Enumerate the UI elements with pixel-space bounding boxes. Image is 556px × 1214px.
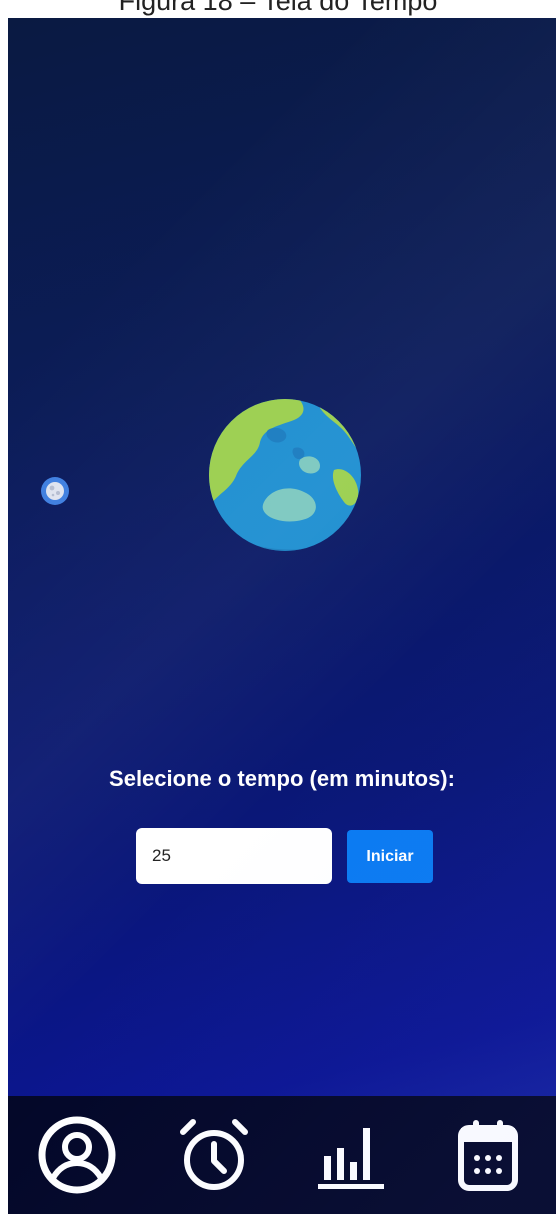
time-prompt-label: Selecione o tempo (em minutos): xyxy=(109,766,455,791)
nav-timer-button[interactable] xyxy=(169,1110,259,1200)
nav-stats-button[interactable] xyxy=(306,1110,396,1200)
bar-chart-icon xyxy=(317,1128,384,1189)
timer-screen: Selecione o tempo (em minutos): Iniciar xyxy=(8,18,556,1214)
bottom-navigation xyxy=(8,1096,556,1214)
figure-caption-text: Figura 18 – Tela do Tempo xyxy=(118,0,438,16)
calendar-icon xyxy=(457,1120,518,1191)
minutes-input[interactable] xyxy=(136,828,332,884)
alarm-clock-icon xyxy=(179,1119,248,1190)
start-button[interactable]: Iniciar xyxy=(347,830,433,883)
nav-profile-button[interactable] xyxy=(32,1110,122,1200)
user-circle-icon xyxy=(38,1116,115,1194)
figure-caption: Figura 18 – Tela do Tempo xyxy=(0,0,556,18)
nav-calendar-button[interactable] xyxy=(443,1110,533,1200)
moon-icon xyxy=(41,477,69,505)
earth-planet-icon xyxy=(209,399,361,551)
